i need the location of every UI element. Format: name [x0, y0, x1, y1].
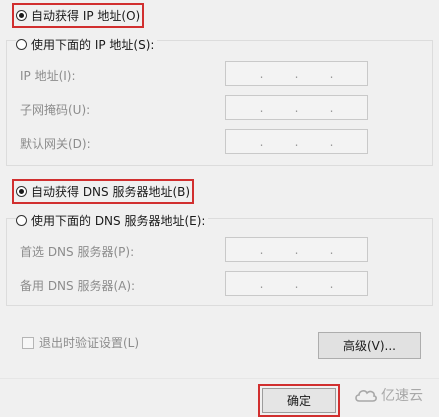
- alternate-dns-input[interactable]: ...: [225, 271, 368, 296]
- default-gateway-label: 默认网关(D):: [20, 137, 91, 151]
- advanced-button[interactable]: 高级(V)...: [318, 332, 421, 359]
- ip-address-input[interactable]: ...: [225, 61, 368, 86]
- radio-unselected-icon: [16, 39, 27, 50]
- watermark-text: 亿速云: [381, 388, 423, 404]
- alternate-dns-label: 备用 DNS 服务器(A):: [20, 279, 136, 293]
- preferred-dns-input[interactable]: ...: [225, 237, 368, 262]
- default-gateway-input[interactable]: ...: [225, 129, 368, 154]
- subnet-mask-input[interactable]: ...: [225, 95, 368, 120]
- auto-ip-radio[interactable]: 自动获得 IP 地址(O): [11, 3, 145, 28]
- auto-dns-label: 自动获得 DNS 服务器地址(B): [31, 185, 191, 199]
- auto-ip-label: 自动获得 IP 地址(O): [31, 9, 141, 23]
- validate-on-exit-checkbox[interactable]: 退出时验证设置(L): [22, 334, 139, 351]
- checkbox-unchecked-icon: [22, 336, 34, 349]
- manual-dns-radio[interactable]: 使用下面的 DNS 服务器地址(E):: [16, 212, 209, 229]
- ip-address-label: IP 地址(I):: [20, 69, 76, 83]
- watermark: 亿速云: [354, 385, 423, 405]
- preferred-dns-label: 首选 DNS 服务器(P):: [20, 245, 135, 259]
- validate-on-exit-label: 退出时验证设置(L): [39, 336, 140, 350]
- auto-dns-radio[interactable]: 自动获得 DNS 服务器地址(B): [11, 179, 195, 204]
- radio-selected-icon: [16, 10, 27, 21]
- subnet-mask-label: 子网掩码(U):: [20, 103, 91, 117]
- cloud-logo-icon: [355, 390, 377, 402]
- manual-dns-label: 使用下面的 DNS 服务器地址(E):: [31, 214, 206, 228]
- manual-ip-radio[interactable]: 使用下面的 IP 地址(S):: [16, 36, 158, 53]
- radio-unselected-icon: [16, 215, 27, 226]
- ok-button[interactable]: 确定: [258, 384, 340, 417]
- radio-selected-icon: [16, 186, 27, 197]
- manual-ip-label: 使用下面的 IP 地址(S):: [31, 38, 155, 52]
